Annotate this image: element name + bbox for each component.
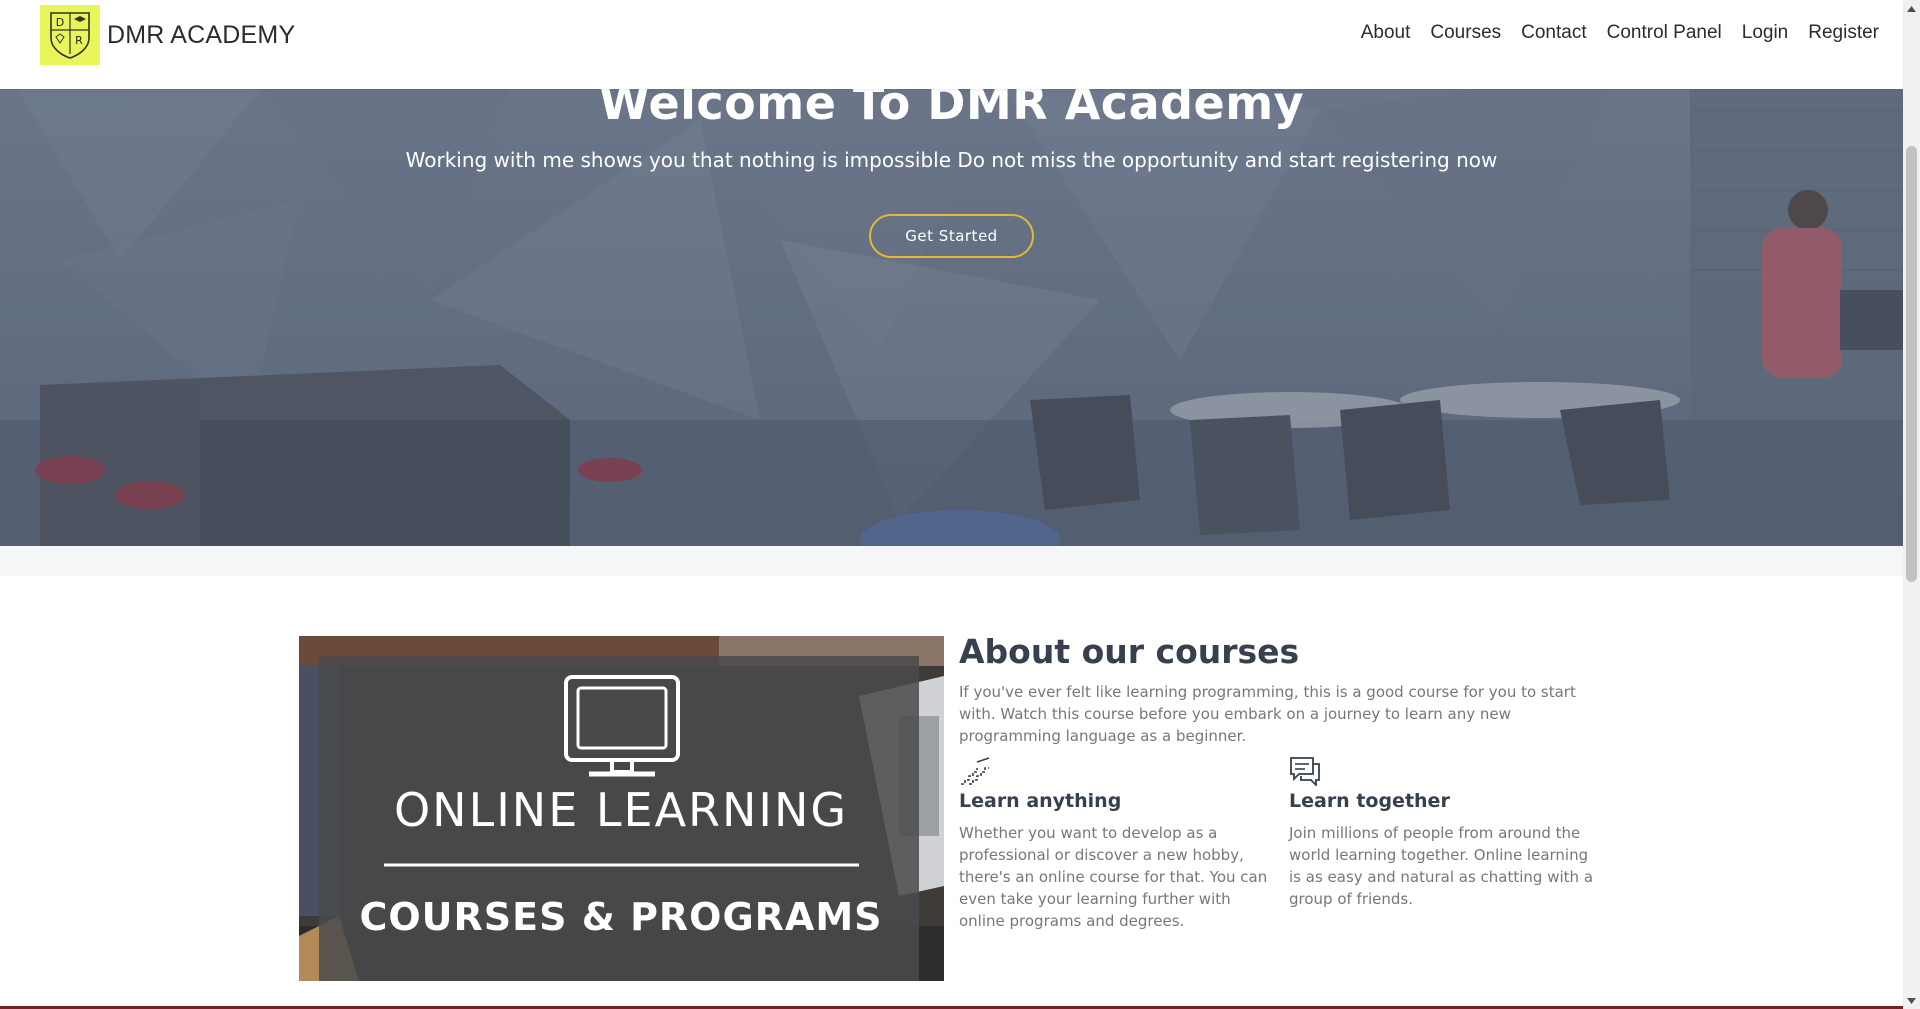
feature-text: Whether you want to develop as a profess…	[959, 824, 1268, 930]
feature-title: Learn anything	[959, 790, 1122, 812]
section-divider	[0, 546, 1903, 576]
brand-link[interactable]: D R DMR ACADEMY	[40, 5, 295, 65]
nav-contact[interactable]: Contact	[1521, 22, 1586, 44]
svg-text:R: R	[75, 34, 83, 47]
scroll-up-arrow-icon[interactable]	[1903, 0, 1920, 17]
nav-courses[interactable]: Courses	[1430, 22, 1501, 44]
feature-learn-anything: Learn anything Whether you want to devel…	[959, 756, 1269, 932]
online-learning-image: ONLINE LEARNING COURSES & PROGRAMS	[299, 636, 944, 981]
stairs-icon	[961, 757, 990, 785]
image-line1-text: ONLINE LEARNING	[394, 783, 848, 837]
main-nav: About Courses Contact Control Panel Logi…	[1361, 22, 1879, 44]
image-line2-text: COURSES & PROGRAMS	[359, 895, 882, 939]
feature-title: Learn together	[1289, 790, 1450, 812]
nav-about[interactable]: About	[1361, 22, 1411, 44]
about-title: About our courses	[959, 632, 1300, 671]
scrollbar-thumb[interactable]	[1906, 146, 1917, 582]
chat-icon	[1290, 757, 1320, 786]
nav-login[interactable]: Login	[1742, 22, 1789, 44]
navbar: D R DMR ACADEMY About Courses Contact Co…	[0, 0, 1903, 89]
page-scrollbar[interactable]	[1903, 0, 1920, 1009]
feature-text: Join millions of people from around the …	[1289, 824, 1594, 908]
nav-control-panel[interactable]: Control Panel	[1607, 22, 1722, 44]
about-description: If you've ever felt like learning progra…	[959, 683, 1576, 745]
get-started-button[interactable]: Get Started	[869, 214, 1034, 258]
scroll-down-arrow-icon[interactable]	[1903, 992, 1920, 1009]
brand-name: DMR ACADEMY	[107, 20, 296, 49]
feature-learn-together: Learn together Join millions of people f…	[1289, 756, 1599, 910]
hero-subtitle: Working with me shows you that nothing i…	[405, 148, 1498, 172]
academy-logo-icon: D R	[40, 5, 100, 65]
nav-register[interactable]: Register	[1808, 22, 1879, 44]
svg-text:D: D	[56, 16, 64, 29]
